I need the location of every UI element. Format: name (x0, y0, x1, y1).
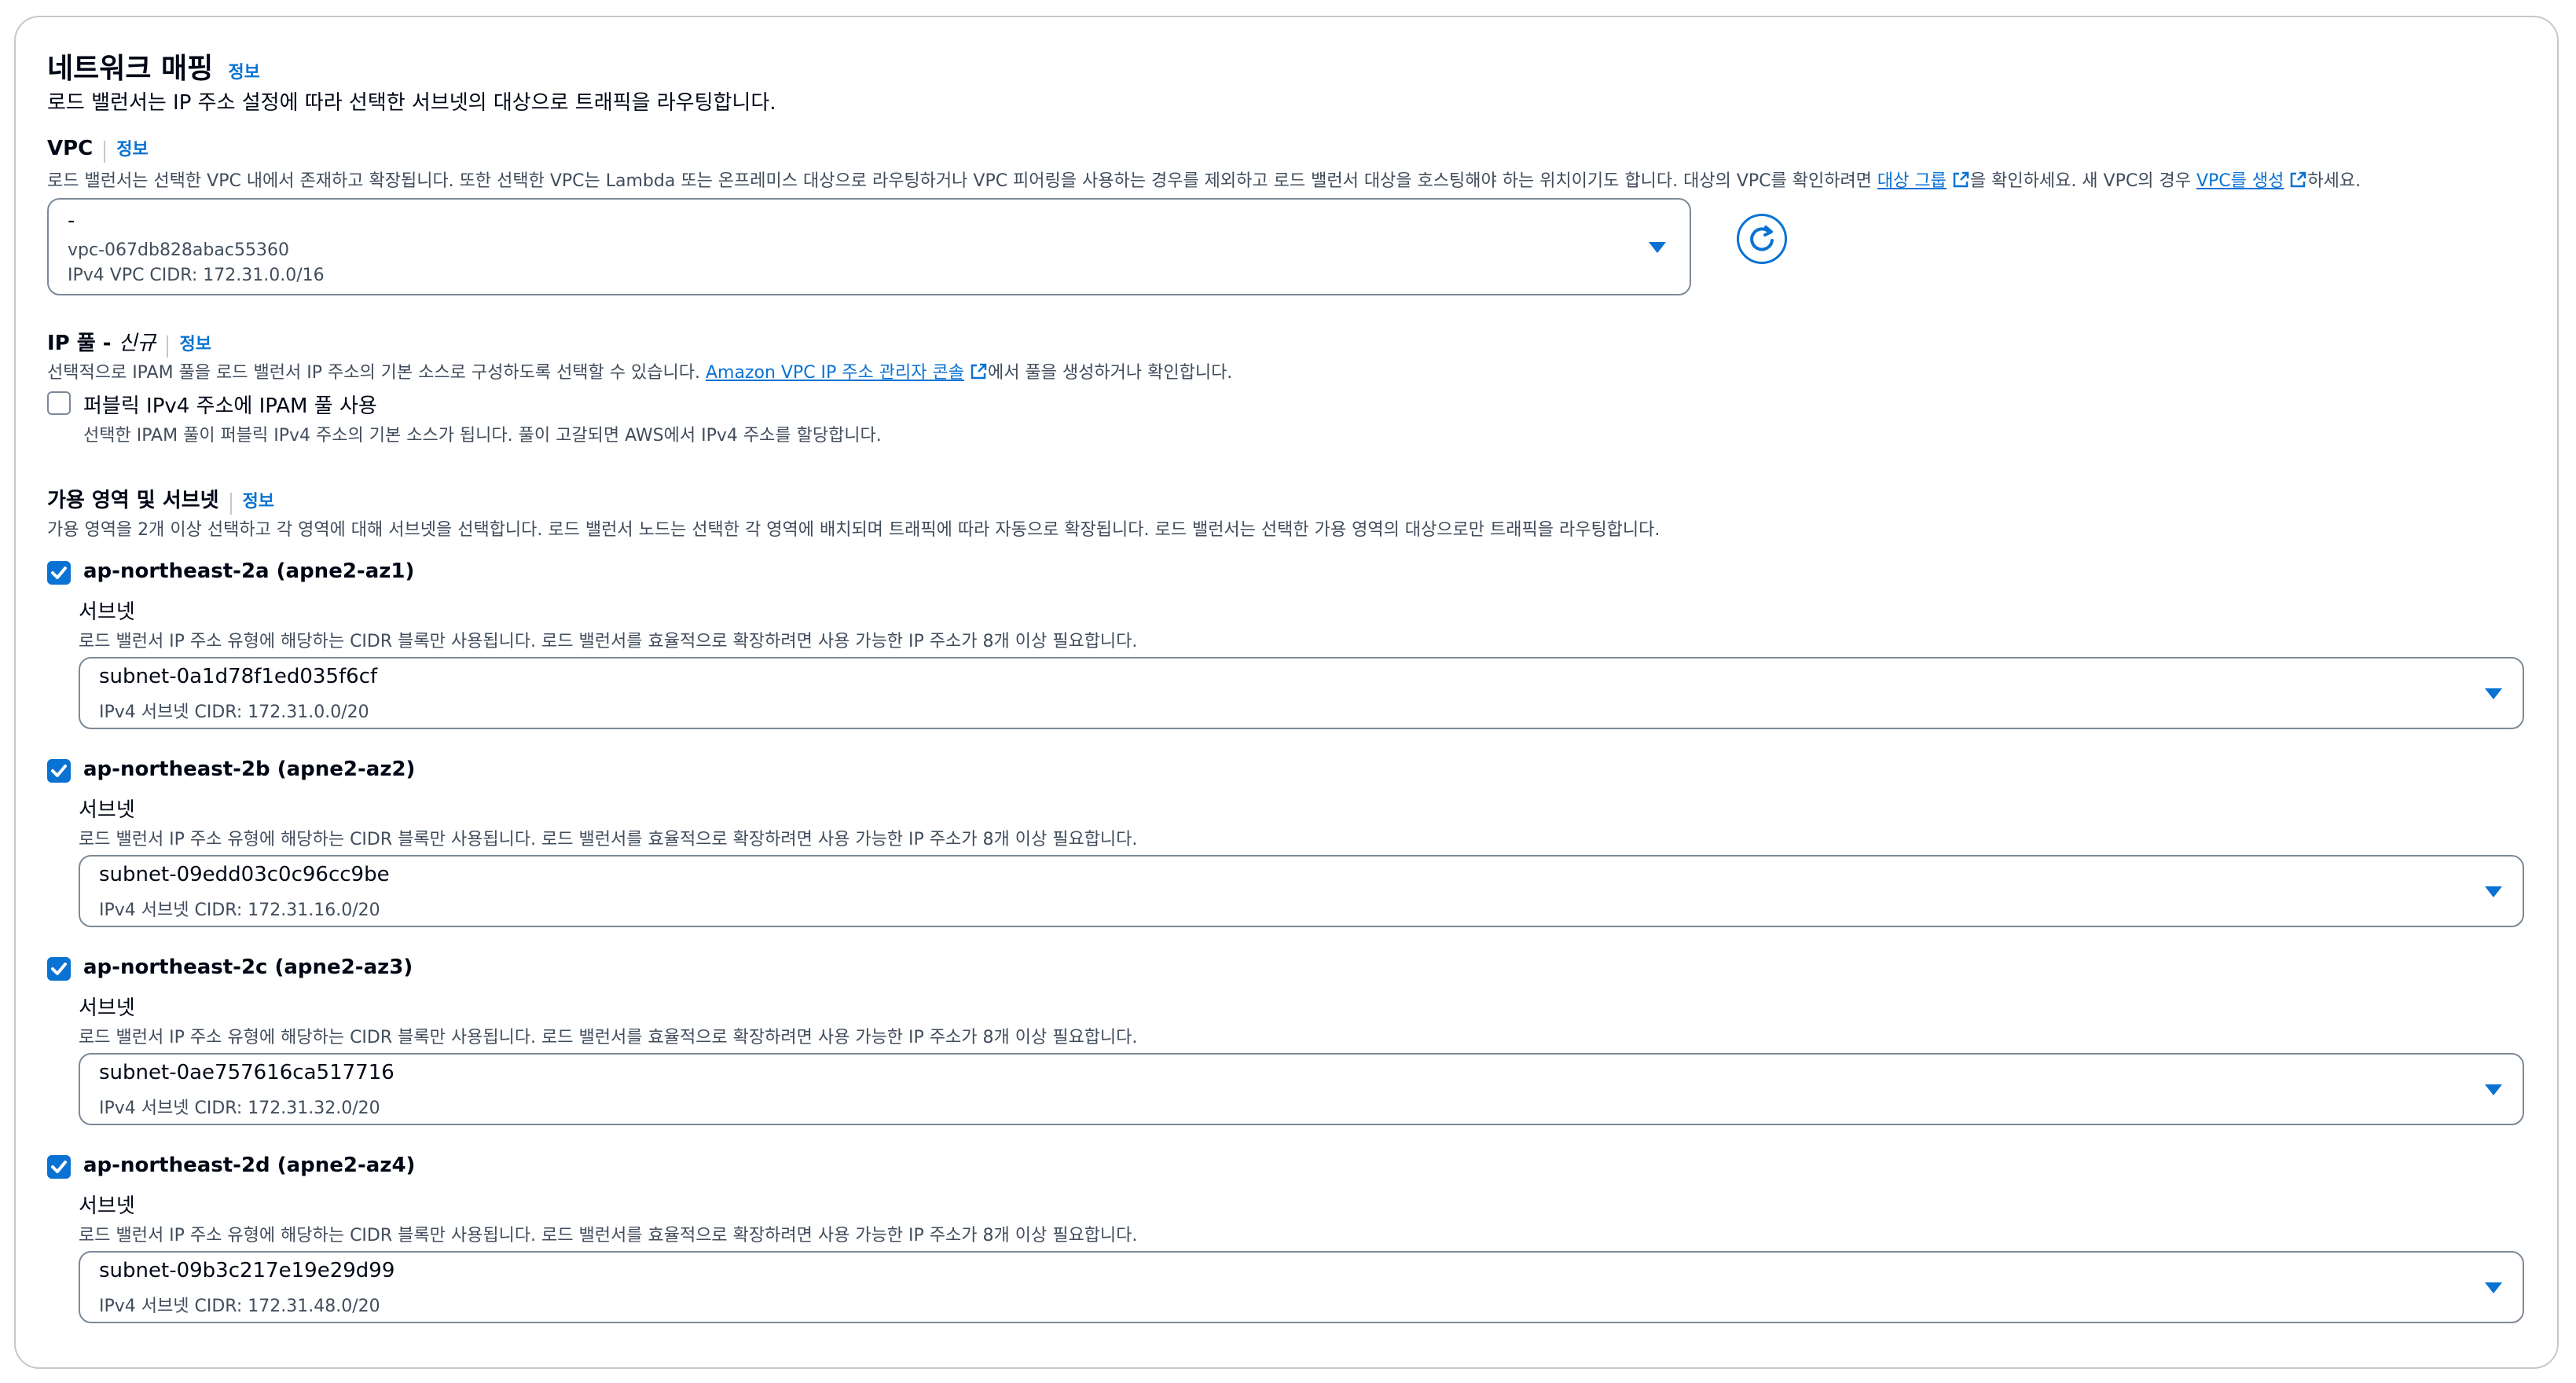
zone-name: ap-northeast-2a (apne2-az1) (83, 559, 415, 583)
subnet-help: 로드 밸런서 IP 주소 유형에 해당하는 CIDR 블록만 사용됩니다. 로드… (79, 1226, 1138, 1245)
external-link-icon (1953, 171, 1969, 188)
chevron-down-icon (2485, 886, 2502, 897)
subnet-label: 서브넷 (79, 798, 135, 822)
vpc-name: - (68, 209, 75, 233)
ip-pool-description: 선택적으로 IPAM 풀을 로드 밸런서 IP 주소의 기본 소스로 구성하도록… (47, 363, 1233, 383)
ip-pool-info-link[interactable]: 정보 (179, 335, 211, 354)
az-label: 가용 영역 및 서브넷 (47, 489, 219, 512)
refresh-button[interactable] (1737, 214, 1787, 264)
section-header: 네트워크 매핑 정보 (47, 46, 260, 86)
chevron-down-icon (2485, 1084, 2502, 1095)
zone-checkbox[interactable] (47, 561, 71, 585)
zone-checkbox[interactable] (47, 759, 71, 783)
ipam-console-link[interactable]: Amazon VPC IP 주소 관리자 콘솔 (706, 363, 964, 383)
subnet-help: 로드 밸런서 IP 주소 유형에 해당하는 CIDR 블록만 사용됩니다. 로드… (79, 632, 1138, 651)
info-link[interactable]: 정보 (228, 63, 259, 83)
subnet-cidr: IPv4 서브넷 CIDR: 172.31.48.0/20 (99, 1297, 380, 1316)
subnet-select[interactable]: subnet-09b3c217e19e29d99 IPv4 서브넷 CIDR: … (79, 1251, 2524, 1323)
subnet-id: subnet-0a1d78f1ed035f6cf (99, 665, 378, 688)
vpc-label: VPC (47, 137, 94, 160)
network-mapping-panel: 네트워크 매핑 정보 로드 밸런서는 IP 주소 설정에 따라 선택한 서브넷의… (14, 16, 2559, 1369)
subnet-label: 서브넷 (79, 996, 135, 1020)
zone-checkbox[interactable] (47, 1155, 71, 1179)
external-link-icon (971, 363, 987, 380)
subnet-label: 서브넷 (79, 600, 135, 624)
az-description: 가용 영역을 2개 이상 선택하고 각 영역에 대해 서브넷을 선택합니다. 로… (47, 520, 1660, 540)
subnet-cidr: IPv4 서브넷 CIDR: 172.31.0.0/20 (99, 703, 369, 722)
subnet-cidr: IPv4 서브넷 CIDR: 172.31.16.0/20 (99, 901, 380, 920)
vpc-description: 로드 밸런서는 선택한 VPC 내에서 존재하고 확장됩니다. 또한 선택한 V… (47, 171, 2361, 191)
ipam-pool-checkbox-label: 퍼블릭 IPv4 주소에 IPAM 풀 사용 (83, 394, 377, 418)
zone-name: ap-northeast-2d (apne2-az4) (83, 1154, 416, 1177)
chevron-down-icon (2485, 1282, 2502, 1293)
subnet-select[interactable]: subnet-0a1d78f1ed035f6cf IPv4 서브넷 CIDR: … (79, 657, 2524, 729)
ip-pool-label-row: IP 풀 - 신규 정보 (47, 327, 211, 358)
subnet-id: subnet-09edd03c0c96cc9be (99, 863, 390, 886)
checkmark-icon (51, 567, 67, 579)
ip-pool-label: IP 풀 - (47, 332, 119, 355)
subnet-select[interactable]: subnet-09edd03c0c96cc9be IPv4 서브넷 CIDR: … (79, 855, 2524, 927)
page-title: 네트워크 매핑 (47, 53, 214, 85)
vpc-label-row: VPC 정보 (47, 135, 149, 163)
subnet-help: 로드 밸런서 IP 주소 유형에 해당하는 CIDR 블록만 사용됩니다. 로드… (79, 830, 1138, 849)
vpc-select[interactable]: - vpc-067db828abac55360 IPv4 VPC CIDR: 1… (47, 198, 1691, 295)
az-label-row: 가용 영역 및 서브넷 정보 (47, 484, 274, 515)
target-group-link[interactable]: 대상 그룹 (1877, 171, 1947, 191)
chevron-down-icon (2485, 688, 2502, 699)
external-link-icon (2291, 171, 2306, 188)
chevron-down-icon (1649, 242, 1666, 253)
subnet-label: 서브넷 (79, 1194, 135, 1218)
subnet-help: 로드 밸런서 IP 주소 유형에 해당하는 CIDR 블록만 사용됩니다. 로드… (79, 1028, 1138, 1047)
ipam-pool-checkbox[interactable] (47, 391, 71, 415)
refresh-icon (1750, 226, 1774, 251)
vpc-info-link[interactable]: 정보 (116, 140, 148, 160)
zone-checkbox[interactable] (47, 957, 71, 981)
checkmark-icon (51, 1161, 67, 1173)
ip-pool-new-label: 신규 (118, 332, 156, 355)
zone-name: ap-northeast-2c (apne2-az3) (83, 956, 413, 979)
zone-name: ap-northeast-2b (apne2-az2) (83, 758, 416, 781)
az-info-link[interactable]: 정보 (243, 492, 274, 512)
section-description: 로드 밸런서는 IP 주소 설정에 따라 선택한 서브넷의 대상으로 트래픽을 … (47, 91, 776, 115)
subnet-cidr: IPv4 서브넷 CIDR: 172.31.32.0/20 (99, 1099, 380, 1118)
subnet-id: subnet-0ae757616ca517716 (99, 1061, 394, 1084)
ipam-pool-help: 선택한 IPAM 풀이 퍼블릭 IPv4 주소의 기본 소스가 됩니다. 풀이 … (83, 426, 882, 446)
vpc-cidr: IPv4 VPC CIDR: 172.31.0.0/16 (68, 266, 325, 285)
checkmark-icon (51, 765, 67, 777)
vpc-id: vpc-067db828abac55360 (68, 240, 289, 260)
subnet-select[interactable]: subnet-0ae757616ca517716 IPv4 서브넷 CIDR: … (79, 1053, 2524, 1125)
create-vpc-link[interactable]: VPC를 생성 (2196, 171, 2284, 191)
checkmark-icon (51, 963, 67, 975)
subnet-id: subnet-09b3c217e19e29d99 (99, 1259, 395, 1282)
